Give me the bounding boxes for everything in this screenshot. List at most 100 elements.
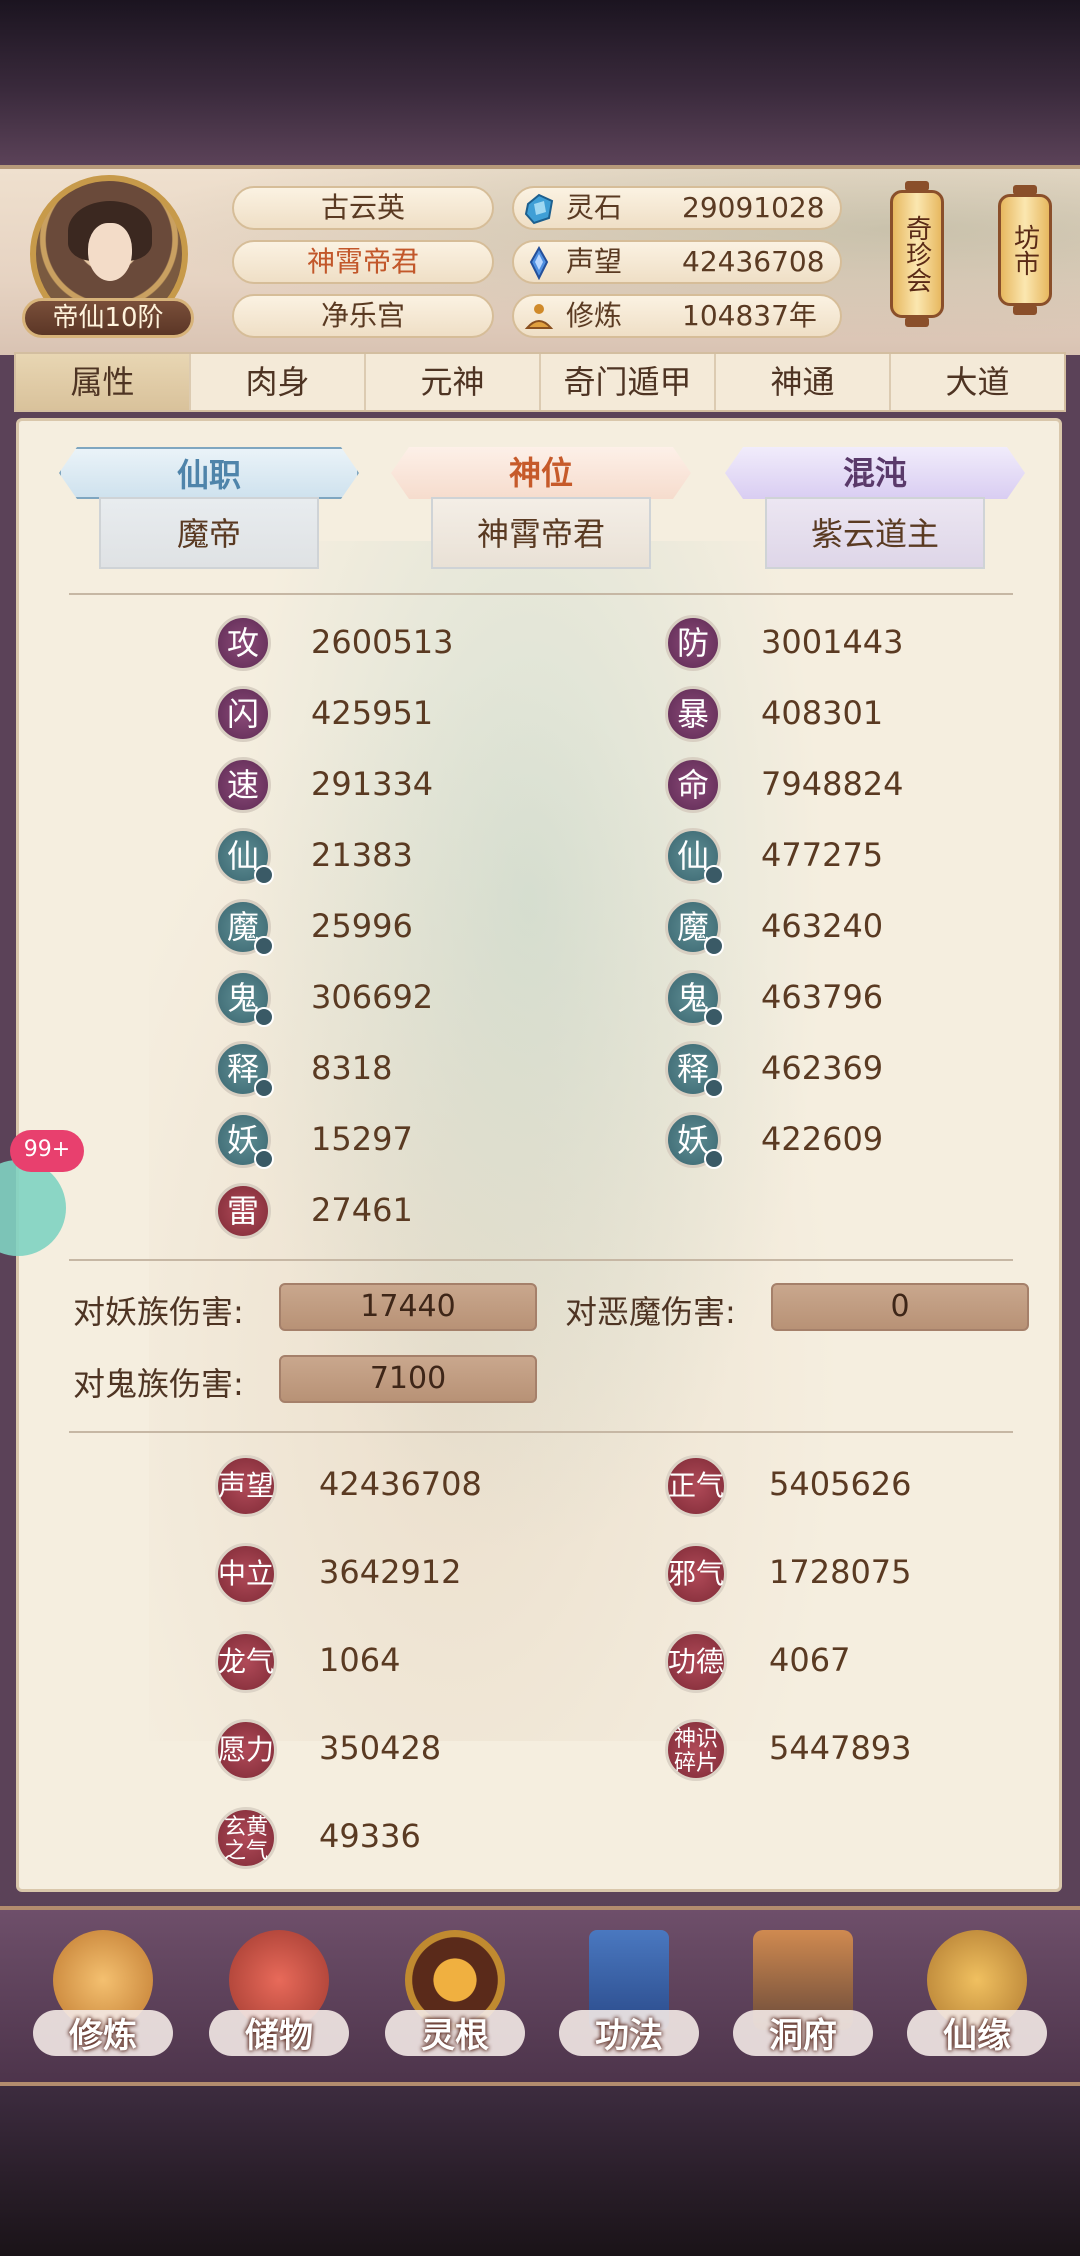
merit-icon: 功德 — [665, 1631, 727, 1693]
stat-speed: 速 291334 — [215, 757, 555, 813]
rep-value: 49336 — [319, 1817, 421, 1855]
crit-icon: 暴 — [665, 686, 721, 742]
tab-qimen[interactable]: 奇门遁甲 — [541, 354, 716, 410]
ghost-icon: 鬼 — [215, 970, 274, 1027]
title-banner: 仙职 — [59, 447, 359, 499]
stat-value: 291334 — [311, 765, 434, 803]
resource-label: 灵石 — [566, 191, 623, 224]
stat-value: 25996 — [311, 907, 413, 945]
defense-marker-icon — [704, 936, 724, 956]
stat-ghost-attack: 鬼 306692 — [215, 970, 555, 1027]
stat-defense: 防 3001443 — [665, 615, 1005, 671]
rep-value: 42436708 — [319, 1465, 482, 1503]
stat-immortal-defense: 仙 477275 — [665, 828, 1005, 885]
nav-label: 修炼 — [69, 2016, 137, 2056]
title-value: 魔帝 — [99, 497, 319, 569]
damage-vs-evil-label: 对恶魔伤害: — [565, 1293, 736, 1331]
stat-value: 463796 — [761, 978, 884, 1016]
stat-dodge: 闪 425951 — [215, 686, 555, 742]
tab-abilities[interactable]: 神通 — [716, 354, 891, 410]
tab-attributes[interactable]: 属性 — [16, 354, 191, 410]
title-divine-rank[interactable]: 神位 神霄帝君 — [391, 447, 691, 577]
rep-spirit-shard: 神识碎片 5447893 — [665, 1719, 1059, 1781]
speed-icon: 速 — [215, 757, 271, 813]
monster-icon: 妖 — [215, 1112, 274, 1169]
resource-value: 104837年 — [682, 299, 817, 332]
nav-label: 洞府 — [769, 2016, 837, 2056]
resource-value: 42436708 — [682, 245, 825, 278]
nav-label: 仙缘 — [943, 2016, 1011, 2056]
title-chaos[interactable]: 混沌 紫云道主 — [725, 447, 1025, 577]
stat-demon-defense: 魔 463240 — [665, 899, 1005, 956]
stat-immortal-attack: 仙 21383 — [215, 828, 555, 885]
stat-hp: 命 7948824 — [665, 757, 1005, 813]
tab-soul[interactable]: 元神 — [366, 354, 541, 410]
attack-marker-icon — [254, 1149, 274, 1169]
xuanhuang-qi-icon: 玄黄之气 — [215, 1807, 277, 1869]
title-banner: 神位 — [391, 447, 691, 499]
tab-body[interactable]: 肉身 — [191, 354, 366, 410]
demon-icon: 魔 — [665, 899, 724, 956]
rep-value: 3642912 — [319, 1553, 462, 1591]
stat-value: 2600513 — [311, 623, 454, 661]
stat-value: 21383 — [311, 836, 413, 874]
rep-value: 5447893 — [769, 1729, 912, 1767]
attack-marker-icon — [254, 865, 274, 885]
notification-badge[interactable]: 99+ — [10, 1130, 84, 1172]
nav-storage[interactable]: 储物 — [204, 1930, 354, 2080]
stat-demon-attack: 魔 25996 — [215, 899, 555, 956]
nav-cultivate[interactable]: 修炼 — [28, 1930, 178, 2080]
tab-bar: 属性 肉身 元神 奇门遁甲 神通 大道 — [14, 352, 1066, 412]
stat-attack: 攻 2600513 — [215, 615, 555, 671]
immortal-icon: 仙 — [215, 828, 274, 885]
resource-reputation: 声望 42436708 — [512, 240, 842, 284]
nav-cave-dwelling[interactable]: 洞府 — [728, 1930, 878, 2080]
nav-techniques[interactable]: 功法 — [554, 1930, 704, 2080]
player-title[interactable]: 神霄帝君 — [232, 240, 494, 284]
stat-crit: 暴 408301 — [665, 686, 1005, 742]
stat-value: 477275 — [761, 836, 884, 874]
attack-marker-icon — [254, 1078, 274, 1098]
dragon-qi-icon: 龙气 — [215, 1631, 277, 1693]
stat-value: 463240 — [761, 907, 884, 945]
meditation-icon — [524, 304, 554, 329]
stat-value: 3001443 — [761, 623, 904, 661]
nav-label: 储物 — [245, 2016, 313, 2056]
demon-icon: 魔 — [215, 899, 274, 956]
defense-marker-icon — [704, 1078, 724, 1098]
avatar-face — [88, 223, 132, 281]
nav-label: 功法 — [595, 2016, 663, 2056]
nav-spirit-root[interactable]: 灵根 — [380, 1930, 530, 2080]
spirit-stone-icon — [524, 193, 554, 225]
buddha-icon: 释 — [215, 1041, 274, 1098]
market-button[interactable]: 坊市 — [998, 185, 1052, 315]
title-immortal-post[interactable]: 仙职 魔帝 — [59, 447, 359, 577]
rep-reputation: 声望 42436708 — [215, 1455, 635, 1517]
divider — [69, 1431, 1013, 1433]
dodge-icon: 闪 — [215, 686, 271, 742]
title-banner: 混沌 — [725, 447, 1025, 499]
resource-spirit-stone: 灵石 29091028 — [512, 186, 842, 230]
rep-value: 1064 — [319, 1641, 401, 1679]
stat-value: 7948824 — [761, 765, 904, 803]
treasure-fair-button[interactable]: 奇珍会 — [890, 181, 944, 327]
hp-icon: 命 — [665, 757, 721, 813]
resource-cultivation: 修炼 104837年 — [512, 294, 842, 338]
rep-dragon-qi: 龙气 1064 — [215, 1631, 635, 1693]
nav-fate[interactable]: 仙缘 — [902, 1930, 1052, 2080]
attribute-panel: 仙职 魔帝 神位 神霄帝君 混沌 紫云道主 攻 2600513 闪 425951 速… — [16, 418, 1062, 1892]
defense-marker-icon — [704, 1149, 724, 1169]
defense-marker-icon — [704, 1007, 724, 1027]
spirit-shard-icon: 神识碎片 — [665, 1719, 727, 1781]
buddha-icon: 释 — [665, 1041, 724, 1098]
rep-value: 350428 — [319, 1729, 442, 1767]
player-sect[interactable]: 净乐宫 — [232, 294, 494, 338]
rep-value: 1728075 — [769, 1553, 912, 1591]
tab-dao[interactable]: 大道 — [891, 354, 1064, 410]
stat-value: 306692 — [311, 978, 434, 1016]
stat-value: 15297 — [311, 1120, 413, 1158]
nav-label: 灵根 — [421, 2016, 489, 2056]
damage-vs-ghost-label: 对鬼族伤害: — [73, 1365, 244, 1403]
player-name: 古云英 — [232, 186, 494, 230]
righteous-icon: 正气 — [665, 1455, 727, 1517]
